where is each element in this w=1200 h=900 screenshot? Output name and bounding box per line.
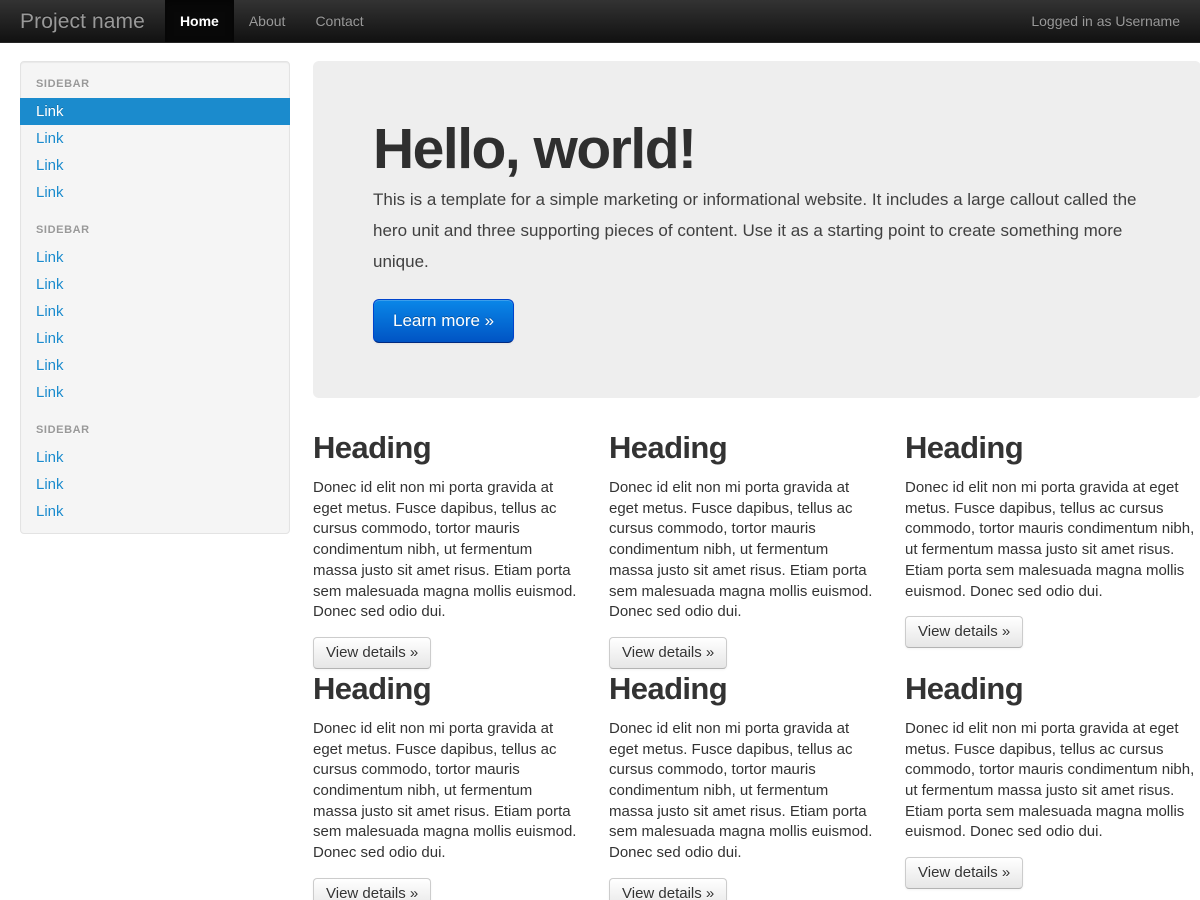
content-column: Heading Donec id elit non mi porta gravid… bbox=[905, 428, 1200, 669]
sidebar-item-label[interactable]: Link bbox=[21, 152, 289, 179]
sidebar-item-link[interactable]: Link bbox=[21, 498, 289, 525]
hero-title: Hello, world! bbox=[373, 121, 1141, 178]
view-details-button[interactable]: View details » bbox=[313, 878, 431, 900]
learn-more-button[interactable]: Learn more » bbox=[373, 299, 514, 343]
sidebar-item-label[interactable]: Link bbox=[21, 471, 289, 498]
content-body: Donec id elit non mi porta gravida at eg… bbox=[905, 478, 1200, 602]
nav-item-contact[interactable]: Contact bbox=[300, 0, 378, 42]
sidebar-item-label[interactable]: Link bbox=[21, 298, 289, 325]
content-column: Heading Donec id elit non mi porta gravid… bbox=[313, 669, 609, 900]
content-heading: Heading bbox=[905, 428, 1200, 468]
nav-link-label[interactable]: About bbox=[234, 0, 301, 42]
sidebar-nav-list: SIDEBARLinkLinkLinkLinkSIDEBARLinkLinkLi… bbox=[21, 70, 289, 525]
content-heading: Heading bbox=[905, 669, 1200, 709]
content-body: Donec id elit non mi porta gravida at eg… bbox=[313, 719, 579, 864]
content-body: Donec id elit non mi porta gravida at eg… bbox=[609, 719, 875, 864]
navbar-inner: Project name HomeAboutContact Logged in … bbox=[0, 0, 1200, 42]
sidebar-item-label[interactable]: Link bbox=[21, 498, 289, 525]
sidebar-group-spacer bbox=[21, 406, 289, 416]
content-body: Donec id elit non mi porta gravida at eg… bbox=[609, 478, 875, 623]
top-navbar: Project name HomeAboutContact Logged in … bbox=[0, 0, 1200, 43]
sidebar-item-link[interactable]: Link bbox=[21, 352, 289, 379]
sidebar-item-link[interactable]: Link bbox=[21, 125, 289, 152]
content-column: Heading Donec id elit non mi porta gravid… bbox=[313, 428, 609, 669]
content-column: Heading Donec id elit non mi porta gravid… bbox=[609, 669, 905, 900]
sidebar-item-label[interactable]: Link bbox=[21, 244, 289, 271]
hero-body: This is a template for a simple marketin… bbox=[373, 184, 1141, 277]
content-column: Heading Donec id elit non mi porta gravid… bbox=[609, 428, 905, 669]
page-container: SIDEBARLinkLinkLinkLinkSIDEBARLinkLinkLi… bbox=[0, 43, 1200, 900]
nav-link-label[interactable]: Contact bbox=[300, 0, 378, 42]
page-row: SIDEBARLinkLinkLinkLinkSIDEBARLinkLinkLi… bbox=[20, 43, 1180, 900]
main-column: Hello, world! This is a template for a s… bbox=[313, 61, 1200, 900]
sidebar-item-label[interactable]: Link bbox=[20, 98, 290, 125]
view-details-button[interactable]: View details » bbox=[905, 616, 1023, 648]
sidebar-item-link[interactable]: Link bbox=[21, 444, 289, 471]
sidebar-group-header: SIDEBAR bbox=[21, 70, 289, 98]
content-heading: Heading bbox=[609, 428, 875, 468]
sidebar-well: SIDEBARLinkLinkLinkLinkSIDEBARLinkLinkLi… bbox=[20, 61, 290, 534]
sidebar-item-label[interactable]: Link bbox=[21, 444, 289, 471]
sidebar-item-label[interactable]: Link bbox=[21, 179, 289, 206]
nav-link-label[interactable]: Home bbox=[165, 0, 234, 42]
sidebar-item-link[interactable]: Link bbox=[21, 244, 289, 271]
content-heading: Heading bbox=[313, 669, 579, 709]
logged-in-text: Logged in as Username bbox=[1011, 0, 1200, 42]
sidebar-group-spacer bbox=[21, 206, 289, 216]
view-details-button[interactable]: View details » bbox=[609, 637, 727, 669]
brand-link[interactable]: Project name bbox=[0, 0, 165, 42]
hero-unit: Hello, world! This is a template for a s… bbox=[313, 61, 1200, 398]
sidebar-item-label[interactable]: Link bbox=[21, 325, 289, 352]
sidebar-item-link[interactable]: Link bbox=[21, 179, 289, 206]
sidebar-item-label[interactable]: Link bbox=[21, 125, 289, 152]
sidebar-item-link[interactable]: Link bbox=[21, 98, 289, 125]
content-heading: Heading bbox=[609, 669, 875, 709]
content-body: Donec id elit non mi porta gravida at eg… bbox=[905, 719, 1200, 843]
view-details-button[interactable]: View details » bbox=[313, 637, 431, 669]
sidebar-item-label[interactable]: Link bbox=[21, 379, 289, 406]
nav-item-home[interactable]: Home bbox=[165, 0, 234, 42]
view-details-button[interactable]: View details » bbox=[609, 878, 727, 900]
sidebar-item-label[interactable]: Link bbox=[21, 352, 289, 379]
primary-nav: HomeAboutContact bbox=[165, 0, 379, 42]
content-body: Donec id elit non mi porta gravida at eg… bbox=[313, 478, 579, 623]
content-row-top: Heading Donec id elit non mi porta gravid… bbox=[313, 428, 1200, 669]
sidebar-group-header: SIDEBAR bbox=[21, 416, 289, 444]
sidebar-group-header: SIDEBAR bbox=[21, 216, 289, 244]
sidebar-item-link[interactable]: Link bbox=[21, 379, 289, 406]
sidebar-item-link[interactable]: Link bbox=[21, 271, 289, 298]
nav-item-about[interactable]: About bbox=[234, 0, 301, 42]
content-heading: Heading bbox=[313, 428, 579, 468]
sidebar-item-link[interactable]: Link bbox=[21, 471, 289, 498]
content-row-bottom: Heading Donec id elit non mi porta gravid… bbox=[313, 669, 1200, 900]
content-column: Heading Donec id elit non mi porta gravid… bbox=[905, 669, 1200, 900]
sidebar-item-link[interactable]: Link bbox=[21, 152, 289, 179]
sidebar-item-label[interactable]: Link bbox=[21, 271, 289, 298]
sidebar-item-link[interactable]: Link bbox=[21, 298, 289, 325]
sidebar-item-link[interactable]: Link bbox=[21, 325, 289, 352]
sidebar-column: SIDEBARLinkLinkLinkLinkSIDEBARLinkLinkLi… bbox=[20, 61, 290, 900]
view-details-button[interactable]: View details » bbox=[905, 857, 1023, 889]
